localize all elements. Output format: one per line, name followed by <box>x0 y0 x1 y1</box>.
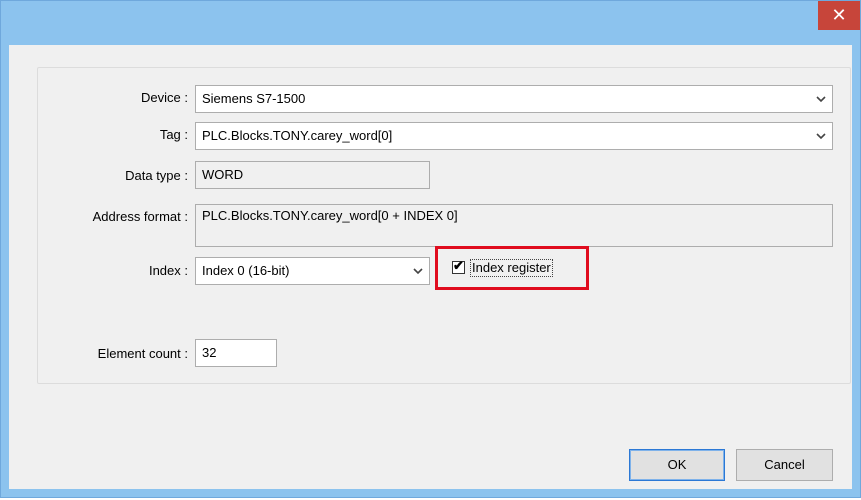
data-type-label: Data type : <box>125 168 188 183</box>
index-dropdown[interactable]: Index 0 (16-bit) <box>195 257 430 285</box>
device-dropdown[interactable]: Siemens S7-1500 <box>195 85 833 113</box>
cancel-button[interactable]: Cancel <box>736 449 833 481</box>
tag-label: Tag : <box>159 127 188 142</box>
element-count-input[interactable]: 32 <box>195 339 277 367</box>
device-value: Siemens S7-1500 <box>202 91 306 106</box>
close-button[interactable]: ✕ <box>818 1 860 30</box>
address-format-field: PLC.Blocks.TONY.carey_word[0 + INDEX 0] <box>195 204 833 247</box>
index-label: Index : <box>148 263 188 278</box>
chevron-down-icon <box>413 268 423 275</box>
chevron-down-icon <box>816 133 826 140</box>
device-label: Device : <box>141 90 188 105</box>
ok-button[interactable]: OK <box>629 449 725 481</box>
close-icon: ✕ <box>831 5 847 25</box>
highlight-box <box>435 246 589 290</box>
tag-dropdown[interactable]: PLC.Blocks.TONY.carey_word[0] <box>195 122 833 150</box>
tag-value: PLC.Blocks.TONY.carey_word[0] <box>202 128 393 143</box>
index-value: Index 0 (16-bit) <box>202 263 290 278</box>
element-count-label: Element count : <box>97 346 188 361</box>
address-format-label: Address format : <box>92 209 188 224</box>
data-type-field: WORD <box>195 161 430 189</box>
chevron-down-icon <box>816 96 826 103</box>
title-bar[interactable]: ✕ <box>1 1 860 45</box>
